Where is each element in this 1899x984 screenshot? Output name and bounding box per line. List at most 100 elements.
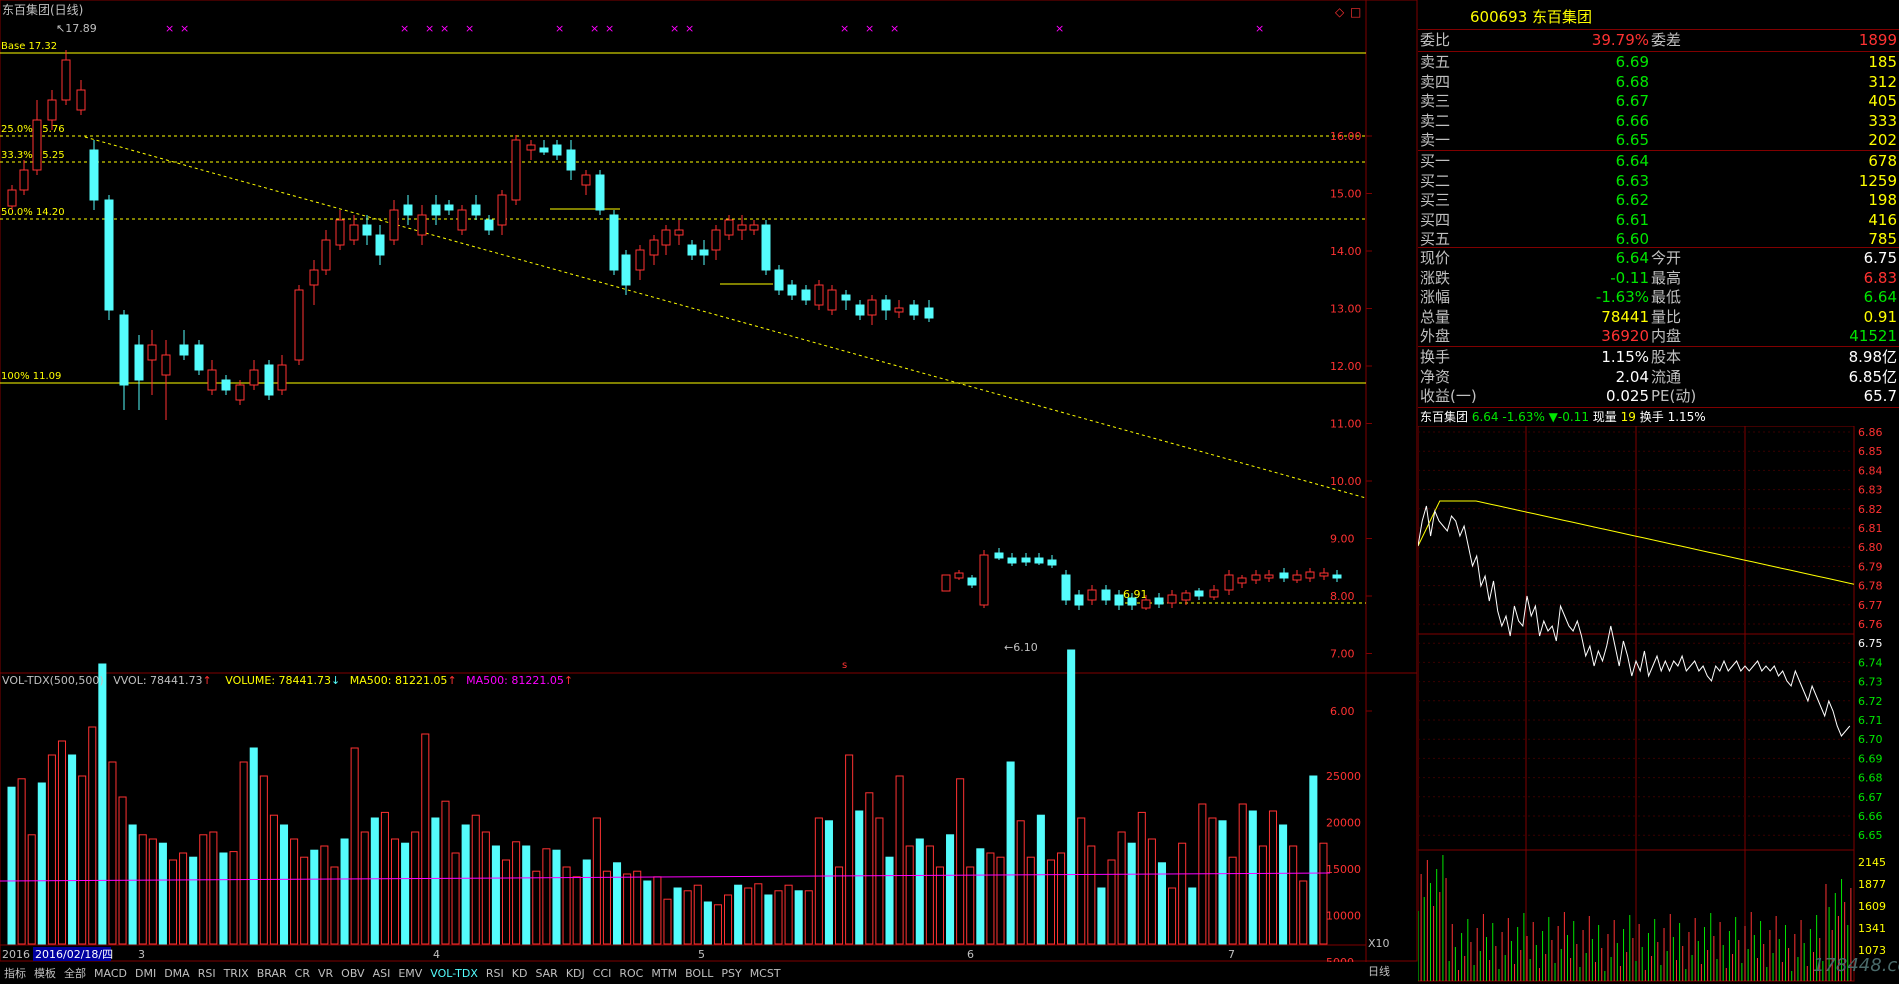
indicator-tab[interactable]: VOL-TDX <box>426 964 482 984</box>
window-max-icon[interactable]: □ <box>1350 5 1361 19</box>
price-tick: 13.00 <box>1330 303 1362 316</box>
kline-chart[interactable]: 东百集团(日线) ◇ □ Base 17.32 25.0% 15.76 33.3… <box>0 0 1418 962</box>
indicator-tab[interactable]: TRIX <box>220 964 253 984</box>
candle-body <box>1021 557 1031 563</box>
indicator-tab[interactable]: CR <box>291 964 314 984</box>
volume-bar <box>865 792 874 945</box>
candle-body <box>457 209 467 231</box>
candle-body <box>89 149 99 201</box>
intraday-tick: 6.72 <box>1858 695 1883 708</box>
candle-body <box>349 224 359 241</box>
candle-body <box>1154 597 1164 605</box>
indicator-tab[interactable]: RSI <box>482 964 508 984</box>
candle-body <box>235 384 245 401</box>
candles <box>7 50 1342 610</box>
candle-body <box>621 254 631 286</box>
indicator-tab[interactable]: BOLL <box>681 964 717 984</box>
volume-tick: 25000 <box>1326 770 1361 783</box>
intraday-price-line <box>1418 505 1851 737</box>
indicator-tab[interactable]: MTM <box>647 964 681 984</box>
candle-body <box>674 229 684 236</box>
indicator-tab[interactable]: 指标 <box>0 964 30 984</box>
indicator-tab[interactable]: DMI <box>131 964 160 984</box>
volume-bar <box>229 851 238 945</box>
intraday-tick: 6.82 <box>1858 503 1883 516</box>
candle-body <box>119 314 129 386</box>
volume-bar <box>1097 887 1106 945</box>
candle-body <box>147 344 157 361</box>
volume-bar <box>1248 810 1257 945</box>
candle-body <box>1141 599 1151 609</box>
candle-body <box>403 204 413 216</box>
volume-bar <box>582 859 591 945</box>
indicator-tab[interactable]: DMA <box>160 964 194 984</box>
indicator-tab[interactable]: VR <box>314 964 337 984</box>
volume-bar <box>98 663 107 945</box>
indicator-tab[interactable]: BRAR <box>253 964 291 984</box>
intraday-tick: 6.74 <box>1858 656 1883 669</box>
period-label[interactable]: 日线 <box>1368 962 1390 982</box>
candle-body <box>61 59 71 101</box>
ask-row: 卖五 6.69 185 <box>1420 53 1897 71</box>
candle-body <box>711 229 721 251</box>
volume-bar <box>1218 820 1227 945</box>
intraday-chart[interactable]: 6.86 6.85 6.84 6.83 6.82 6.81 6.80 6.79 6.78 6.77… <box>1418 426 1899 982</box>
indicator-tab[interactable]: EMV <box>394 964 426 984</box>
volume-bar <box>1319 842 1328 945</box>
indicator-tab[interactable]: PSY <box>717 964 745 984</box>
candle-body <box>277 364 287 391</box>
intraday-tick: 6.75 <box>1858 637 1883 650</box>
low-annotation: ←6.10 <box>1004 641 1038 654</box>
volume-bar <box>128 824 137 945</box>
candle-body <box>994 552 1004 559</box>
price-tick: 10.00 <box>1330 475 1362 488</box>
candle-body <box>894 307 904 313</box>
indicator-tab[interactable]: 全部 <box>60 964 90 984</box>
diamond-icon[interactable]: ◇ <box>1335 5 1345 19</box>
volume-bar <box>168 859 178 945</box>
indicator-tab[interactable]: KD <box>508 964 532 984</box>
price-tick: 15.00 <box>1330 188 1362 201</box>
volume-bar <box>1117 831 1126 945</box>
volume-bar <box>562 866 571 945</box>
volume-bar <box>885 856 894 945</box>
volume-bar <box>794 890 803 945</box>
volume-bar <box>542 848 551 945</box>
candle-body <box>699 249 709 256</box>
candle-body <box>221 379 231 391</box>
volume-bar <box>1309 775 1318 945</box>
volume-bar <box>1299 880 1308 945</box>
signal-x-marker: × <box>465 22 474 35</box>
indicator-tab[interactable]: KDJ <box>562 964 589 984</box>
candle-body <box>309 269 319 286</box>
volume-bar <box>411 831 420 945</box>
indicator-tab[interactable]: SAR <box>531 964 561 984</box>
indicator-tab[interactable]: OBV <box>337 964 368 984</box>
trend-line[interactable] <box>84 136 1367 499</box>
volume-bar <box>784 884 793 945</box>
volume-bar <box>804 890 813 945</box>
volume-bar <box>471 814 480 945</box>
candle-body <box>609 214 619 271</box>
indicator-tab[interactable]: ROC <box>615 964 647 984</box>
volume-bar <box>935 866 944 945</box>
volume-bar <box>572 876 581 945</box>
fib-50-label: 50.0% 14.20 <box>1 207 65 218</box>
candle-body <box>1101 589 1111 601</box>
stat-row: 涨幅 -1.63% 最低 6.64 <box>1420 288 1897 306</box>
volume-bar <box>1157 862 1167 945</box>
indicator-tab[interactable]: 模板 <box>30 964 60 984</box>
stat-row: 换手 1.15% 股本 8.98亿 <box>1420 348 1897 366</box>
volume-bar <box>78 775 87 945</box>
indicator-tab[interactable]: MACD <box>90 964 131 984</box>
indicator-tab[interactable]: MCST <box>746 964 785 984</box>
indicator-tab[interactable]: RSI <box>194 964 220 984</box>
indicator-tab[interactable]: ASI <box>369 964 395 984</box>
volume-bar <box>552 849 561 945</box>
indicator-tab[interactable]: CCI <box>589 964 616 984</box>
volume-bar <box>956 778 965 945</box>
candle-body <box>737 224 747 231</box>
volume-bar <box>88 726 97 945</box>
volume-bar <box>239 761 248 945</box>
candle-body <box>1319 572 1329 577</box>
